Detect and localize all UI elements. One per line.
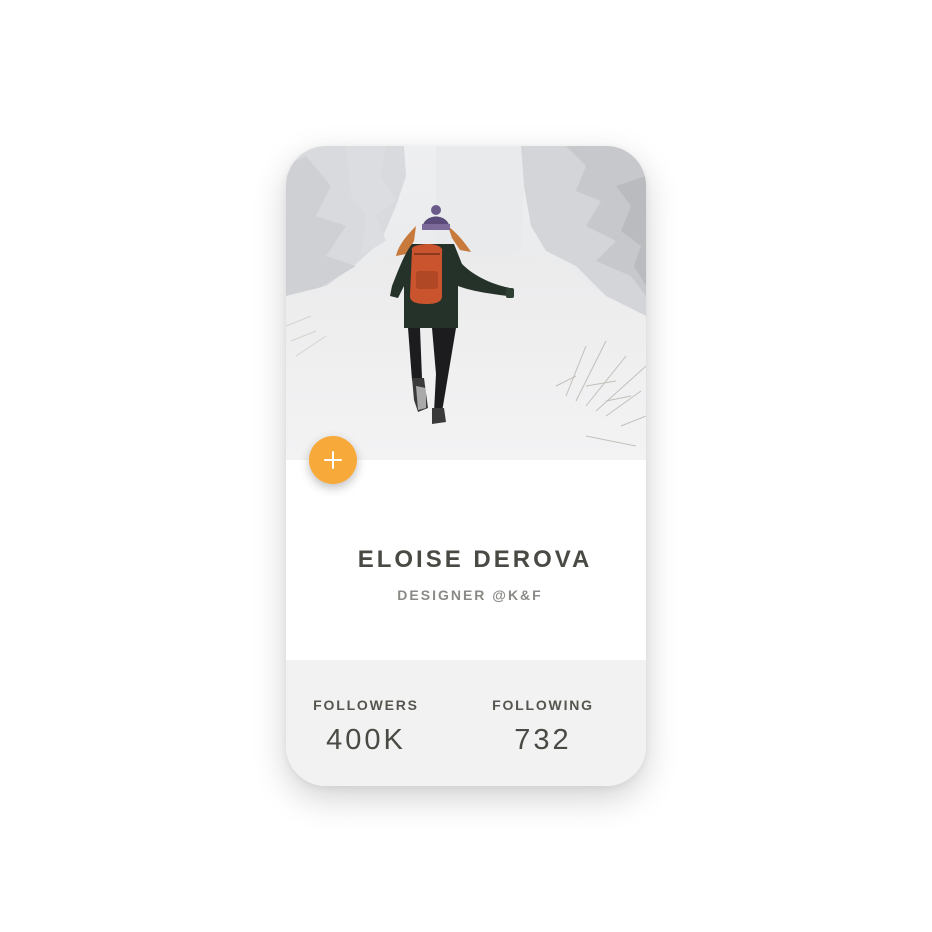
plus-icon [324, 451, 342, 469]
followers-count: 400K [326, 724, 406, 756]
cover-photo [286, 146, 646, 460]
followers-stat[interactable]: FOLLOWERS 400K [311, 697, 421, 757]
following-label: FOLLOWING [492, 697, 594, 713]
profile-info: ELOISE DEROVA DESIGNER @K&F [286, 460, 646, 660]
profile-name: ELOISE DEROVA [357, 546, 593, 573]
followers-label: FOLLOWERS [313, 697, 419, 713]
profile-card: ELOISE DEROVA DESIGNER @K&F FOLLOWERS 40… [286, 146, 646, 786]
add-button[interactable] [309, 436, 357, 484]
following-stat[interactable]: FOLLOWING 732 [488, 697, 598, 757]
profile-role: DESIGNER @K&F [397, 587, 543, 603]
following-count: 732 [514, 724, 572, 756]
stats-bar: FOLLOWERS 400K FOLLOWING 732 [286, 660, 646, 786]
